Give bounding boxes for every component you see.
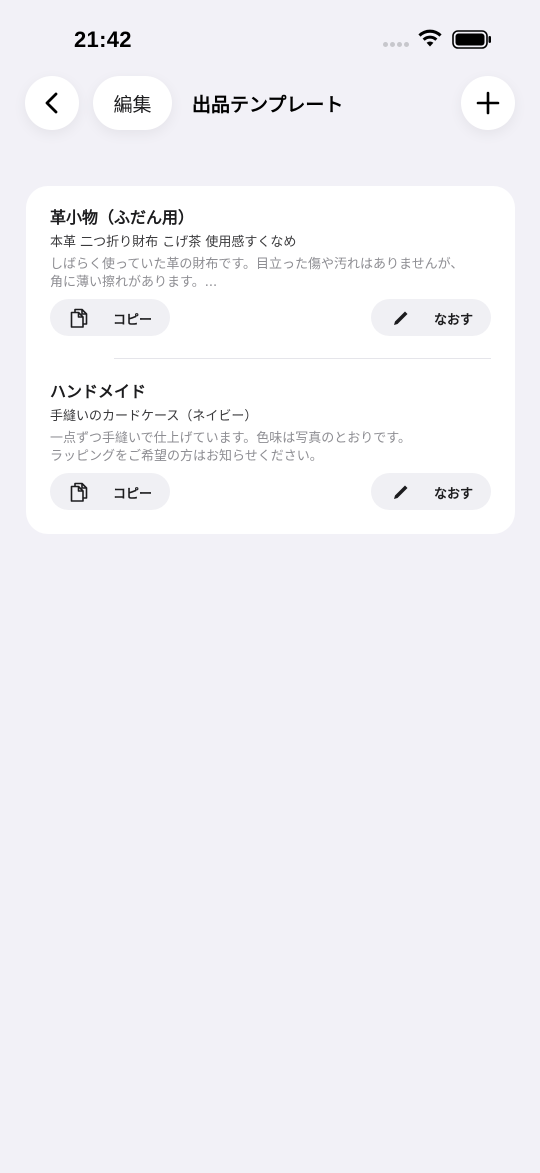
template-description: しばらく使っていた革の財布です。目立った傷や汚れはありませんが、 角に薄い擦れが… [50,257,464,290]
template-subtitle: 手縫いのカードケース（ネイビー） [50,409,258,424]
edit-button[interactable]: 編集 [93,76,172,130]
template-item[interactable]: ハンドメイド 手縫いのカードケース（ネイビー） 一点ずつ手縫いで仕上げています。… [50,382,491,511]
cellular-signal-icon [383,42,409,47]
edit-label: なおす [434,487,474,502]
copy-icon [70,308,88,328]
divider [114,358,491,359]
template-description: 一点ずつ手縫いで仕上げています。色味は写真のとおりです。 ラッピングをご希望の方… [50,431,412,464]
copy-button[interactable]: コピー [50,473,170,510]
pencil-icon [394,311,408,325]
back-button[interactable] [25,76,79,130]
template-item[interactable]: 革小物（ふだん用） 本革 二つ折り財布 こげ茶 使用感すくなめ しばらく使ってい… [50,208,491,337]
edit-template-button[interactable]: なおす [371,473,491,510]
pencil-icon [394,485,408,499]
battery-icon [452,30,491,49]
template-actions: コピー なおす [50,473,491,511]
plus-icon [476,91,500,115]
add-template-button[interactable] [461,76,515,130]
chevron-left-icon [45,92,58,114]
template-actions: コピー なおす [50,299,491,337]
template-title: ハンドメイド [50,382,147,401]
copy-label: コピー [113,313,153,328]
edit-template-button[interactable]: なおす [371,299,491,336]
template-subtitle: 本革 二つ折り財布 こげ茶 使用感すくなめ [50,235,297,250]
page-title: 出品テンプレート [192,94,344,116]
templates-list: 革小物（ふだん用） 本革 二つ折り財布 こげ茶 使用感すくなめ しばらく使ってい… [26,186,515,534]
wifi-icon [418,29,442,47]
copy-label: コピー [113,487,153,502]
nav-bar: 編集 出品テンプレート [0,76,540,132]
edit-label: なおす [434,313,474,328]
status-time: 21:42 [74,27,132,52]
copy-icon [70,482,88,502]
status-bar: 21:42 [0,0,540,80]
template-title: 革小物（ふだん用） [50,208,195,227]
copy-button[interactable]: コピー [50,299,170,336]
